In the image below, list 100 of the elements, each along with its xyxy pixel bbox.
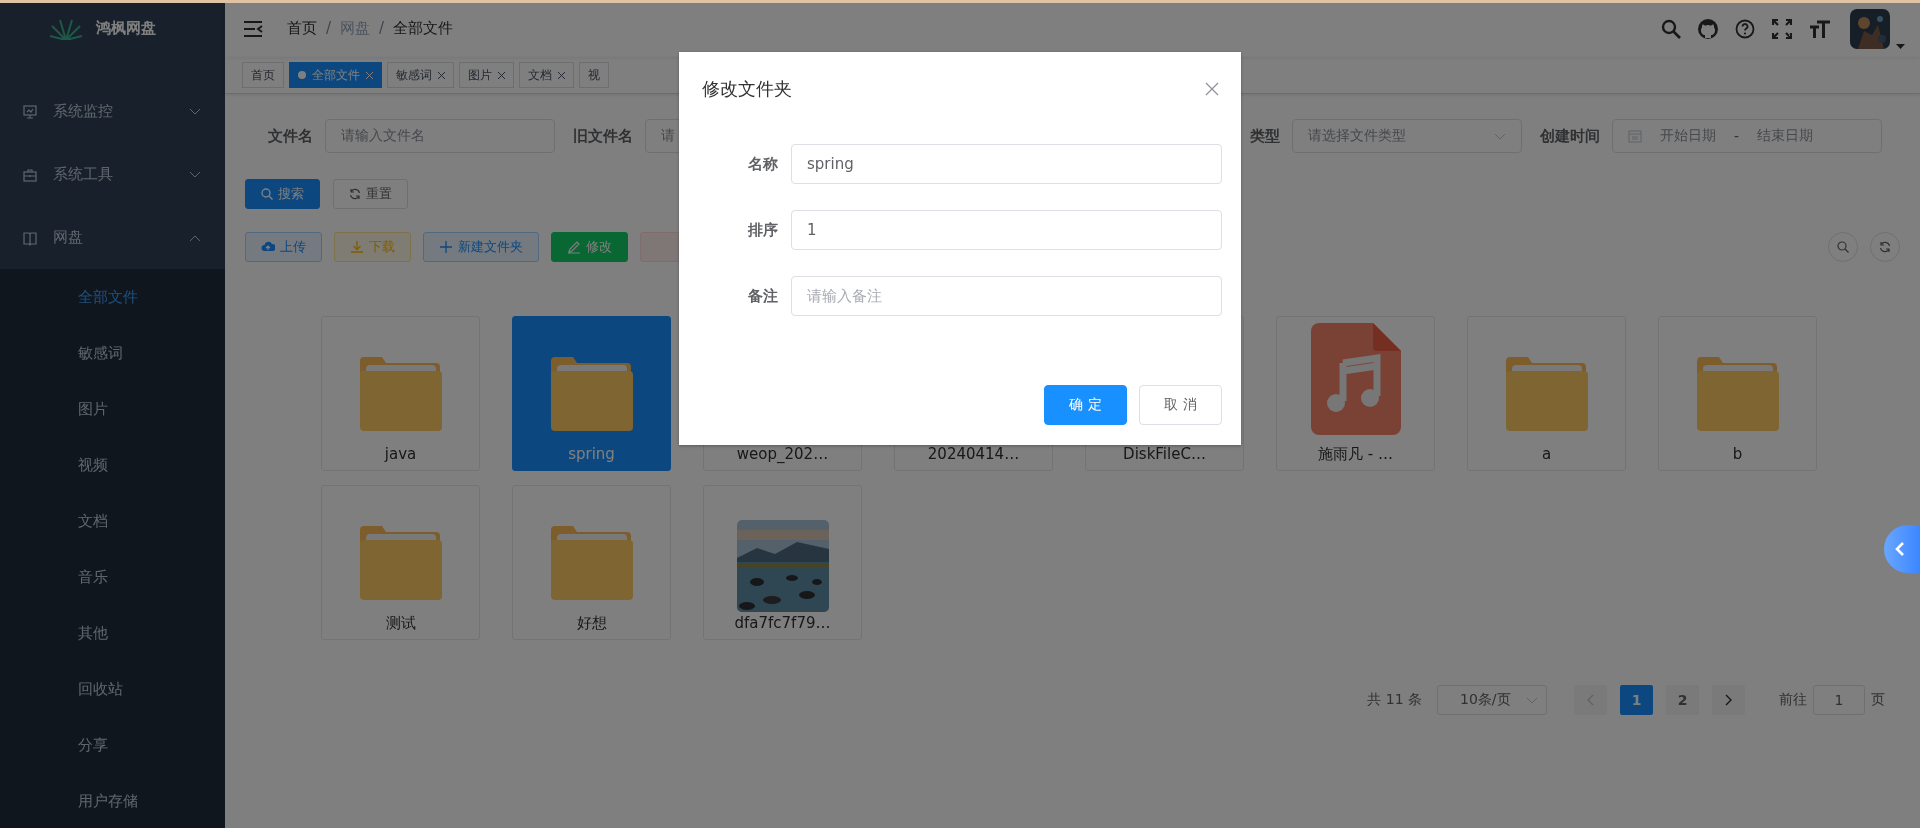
edit-button[interactable]: 修改: [551, 232, 628, 262]
music-file-icon: [1310, 323, 1401, 435]
breadcrumb-item: 全部文件: [393, 19, 454, 38]
close-icon: [498, 71, 505, 79]
breadcrumb-separator: /: [379, 19, 385, 38]
goto-page-field[interactable]: 1: [1813, 685, 1865, 715]
submenu-item[interactable]: 敏感词: [78, 343, 123, 363]
github-icon[interactable]: [1698, 18, 1718, 39]
page-tab[interactable]: 全部文件: [289, 62, 382, 88]
menu-item[interactable]: 网盘: [0, 206, 225, 269]
submenu-item[interactable]: 分享: [78, 735, 108, 755]
close-icon: [558, 71, 565, 79]
refresh-button[interactable]: [1870, 232, 1900, 262]
submenu-item[interactable]: 全部文件: [78, 287, 138, 307]
breadcrumb-separator: /: [326, 19, 332, 38]
submenu-item[interactable]: 视频: [78, 455, 108, 475]
file-name: 测试: [385, 614, 416, 633]
submenu-item[interactable]: 用户存储: [78, 791, 138, 811]
chevron-icon: [189, 170, 201, 179]
book-icon: [22, 229, 38, 246]
submenu-item[interactable]: 图片: [78, 399, 108, 419]
toolbox-icon: [22, 166, 38, 183]
chevron-left-icon: [1895, 541, 1905, 557]
status-dot: [298, 71, 306, 79]
field-label: 文件名: [267, 126, 314, 146]
submenu-item[interactable]: 其他: [78, 623, 108, 643]
field-label: 旧文件名: [572, 126, 634, 146]
file-name: 好想: [576, 614, 607, 633]
page-number[interactable]: 2: [1666, 685, 1699, 715]
field-label: 备注: [747, 286, 779, 306]
app-logo-text: 鸿枫网盘: [95, 19, 156, 38]
calendar-icon: [1628, 129, 1642, 143]
search-icon: [1837, 241, 1849, 253]
field-label: 创建时间: [1539, 126, 1601, 146]
file-card[interactable]: b: [1658, 316, 1817, 471]
menu-item[interactable]: 系统工具: [0, 143, 225, 206]
refresh-icon: [1879, 241, 1891, 253]
page-number[interactable]: 1: [1620, 685, 1653, 715]
input-field[interactable]: spring: [791, 144, 1222, 184]
file-name: a: [1541, 445, 1552, 463]
file-name: weop_202…: [736, 445, 829, 463]
close-icon: [366, 71, 373, 79]
upload-icon: [261, 240, 275, 254]
field-label: 类型: [1249, 126, 1281, 146]
close-button[interactable]: [1205, 82, 1219, 96]
caret-down-icon: [1896, 43, 1905, 49]
submenu-item[interactable]: 回收站: [78, 679, 123, 699]
dialog-title: 修改文件夹: [702, 77, 792, 101]
file-card[interactable]: 施雨凡 - …: [1276, 316, 1435, 471]
page-size-select[interactable]: 10条/页: [1437, 685, 1547, 715]
fullscreen-icon[interactable]: [1772, 18, 1792, 39]
total-count: 共 11 条: [1367, 691, 1422, 709]
file-card[interactable]: 测试: [321, 485, 480, 640]
file-card[interactable]: dfa7fc7f79…: [703, 485, 862, 640]
file-name: dfa7fc7f79…: [734, 614, 831, 632]
file-card[interactable]: 好想: [512, 485, 671, 640]
search-button[interactable]: 搜索: [245, 179, 320, 209]
text-size-icon[interactable]: [1809, 18, 1831, 39]
page-tab[interactable]: 图片: [459, 62, 514, 88]
file-card[interactable]: spring: [512, 316, 671, 471]
chevron-icon: [189, 107, 201, 116]
chevron-icon: [1526, 696, 1538, 704]
search-icon[interactable]: [1661, 18, 1681, 39]
file-name: spring: [568, 445, 615, 463]
field-label: 排序: [747, 220, 779, 240]
monitor-icon: [22, 103, 38, 120]
menu-item[interactable]: 系统监控: [0, 80, 225, 143]
page-tab[interactable]: 首页: [242, 62, 284, 88]
upload-button[interactable]: 上传: [245, 232, 322, 262]
submenu-item[interactable]: 文档: [78, 511, 108, 531]
file-name: DiskFileC…: [1123, 445, 1206, 463]
menu-fold-icon[interactable]: [243, 19, 263, 38]
chevron-left-icon: [1587, 694, 1594, 706]
confirm-button[interactable]: 确 定: [1044, 385, 1127, 425]
page-tab[interactable]: 文档: [519, 62, 574, 88]
search-toggle-button[interactable]: [1828, 232, 1858, 262]
leaf-logo-icon: [49, 17, 82, 40]
submenu-item[interactable]: 音乐: [78, 567, 108, 587]
input-field[interactable]: 请输入备注: [791, 276, 1222, 316]
field-label: 名称: [747, 154, 779, 174]
page-tab[interactable]: 视: [579, 62, 609, 88]
chevron-right-icon: [1725, 694, 1732, 706]
cancel-button[interactable]: 取 消: [1139, 385, 1222, 425]
file-name: java: [384, 445, 417, 463]
refresh-icon: [349, 188, 361, 200]
file-name: 20240414…: [927, 445, 1020, 463]
close-icon: [1205, 82, 1219, 96]
new-folder-button[interactable]: 新建文件夹: [423, 232, 539, 262]
file-card[interactable]: a: [1467, 316, 1626, 471]
chevron-icon: [1494, 132, 1506, 140]
pencil-icon: [567, 240, 581, 254]
file-card[interactable]: java: [321, 316, 480, 471]
drawer-handle[interactable]: [1884, 525, 1920, 573]
breadcrumb-item[interactable]: 首页: [287, 19, 317, 38]
close-icon: [438, 71, 445, 79]
page-tab[interactable]: 敏感词: [387, 62, 454, 88]
file-name: b: [1732, 445, 1743, 463]
input-field[interactable]: 1: [791, 210, 1222, 250]
reset-button[interactable]: 重置: [333, 179, 408, 209]
question-icon[interactable]: [1735, 18, 1755, 39]
